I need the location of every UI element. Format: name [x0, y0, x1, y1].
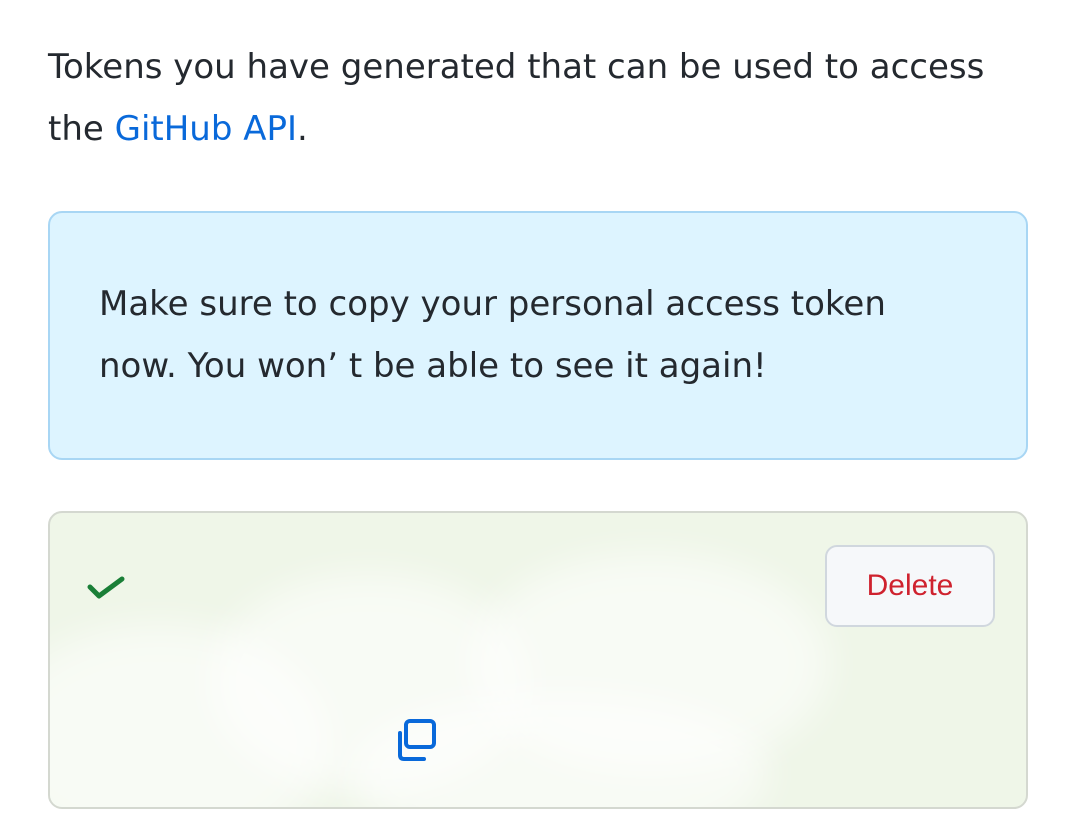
- delete-token-button[interactable]: Delete: [825, 545, 995, 627]
- intro-text-after: .: [297, 109, 308, 149]
- notice-message: Make sure to copy your personal access t…: [99, 284, 886, 386]
- copy-token-notice: Make sure to copy your personal access t…: [48, 211, 1028, 460]
- check-icon: [87, 576, 125, 599]
- new-token-box: Delete: [48, 511, 1028, 809]
- intro-text: Tokens you have generated that can be us…: [48, 36, 1038, 160]
- copy-icon[interactable]: [392, 715, 442, 765]
- github-api-link[interactable]: GitHub API: [115, 109, 297, 149]
